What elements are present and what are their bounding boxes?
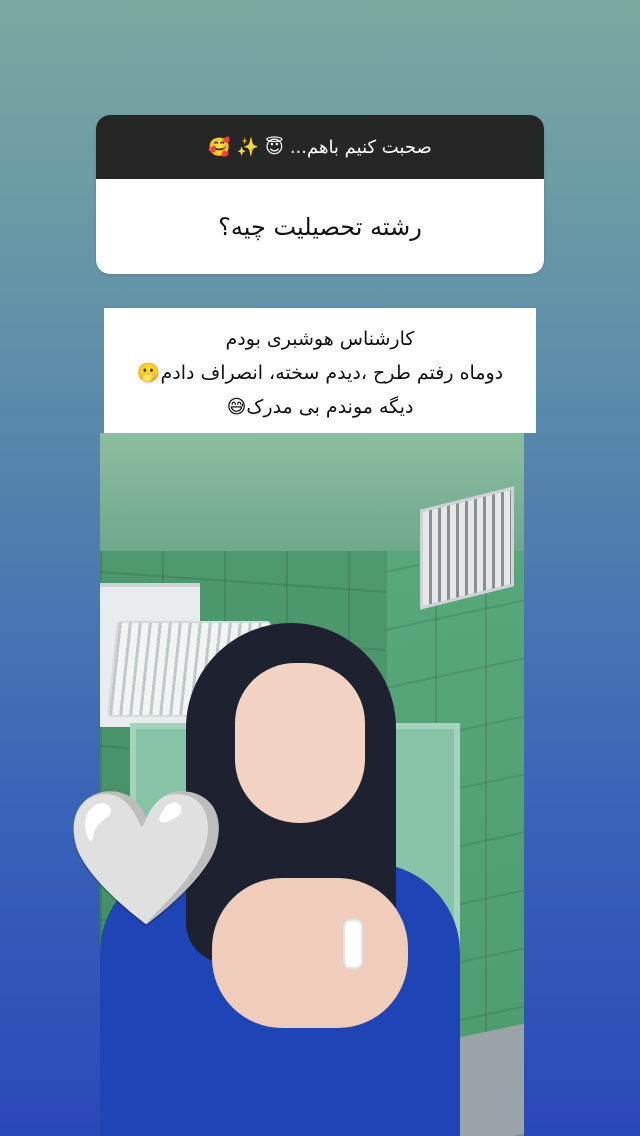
answer-line-1: کارشناس هوشبری بودم: [225, 327, 415, 350]
hearts-face-emoji-icon: 🥰: [208, 136, 231, 158]
smiling-halo-emoji-icon: 😇: [265, 136, 284, 158]
sparkles-emoji-icon: ✨: [236, 136, 260, 158]
answer-line-2: دوماه رفتم طرح ،دیدم سخته، انصراف دادم🫢: [136, 361, 504, 384]
answer-text-box: کارشناس هوشبری بودم دوماه رفتم طرح ،دیدم…: [104, 308, 536, 433]
spray-bottle: [345, 921, 361, 967]
question-text: رشته تحصیلیت چیه؟: [218, 212, 422, 241]
white-heart-icon[interactable]: 🤍: [64, 782, 228, 934]
question-sticker[interactable]: صحبت کنیم باهم... 😇 ✨ 🥰 رشته تحصیلیت چیه…: [96, 115, 544, 274]
question-sticker-title: صحبت کنیم باهم...: [289, 136, 432, 158]
hands: [212, 878, 408, 1028]
answer-line-3: دیگه موندم بی مدرک😅: [226, 395, 414, 418]
face: [235, 663, 365, 823]
question-sticker-header: صحبت کنیم باهم... 😇 ✨ 🥰: [96, 115, 544, 179]
